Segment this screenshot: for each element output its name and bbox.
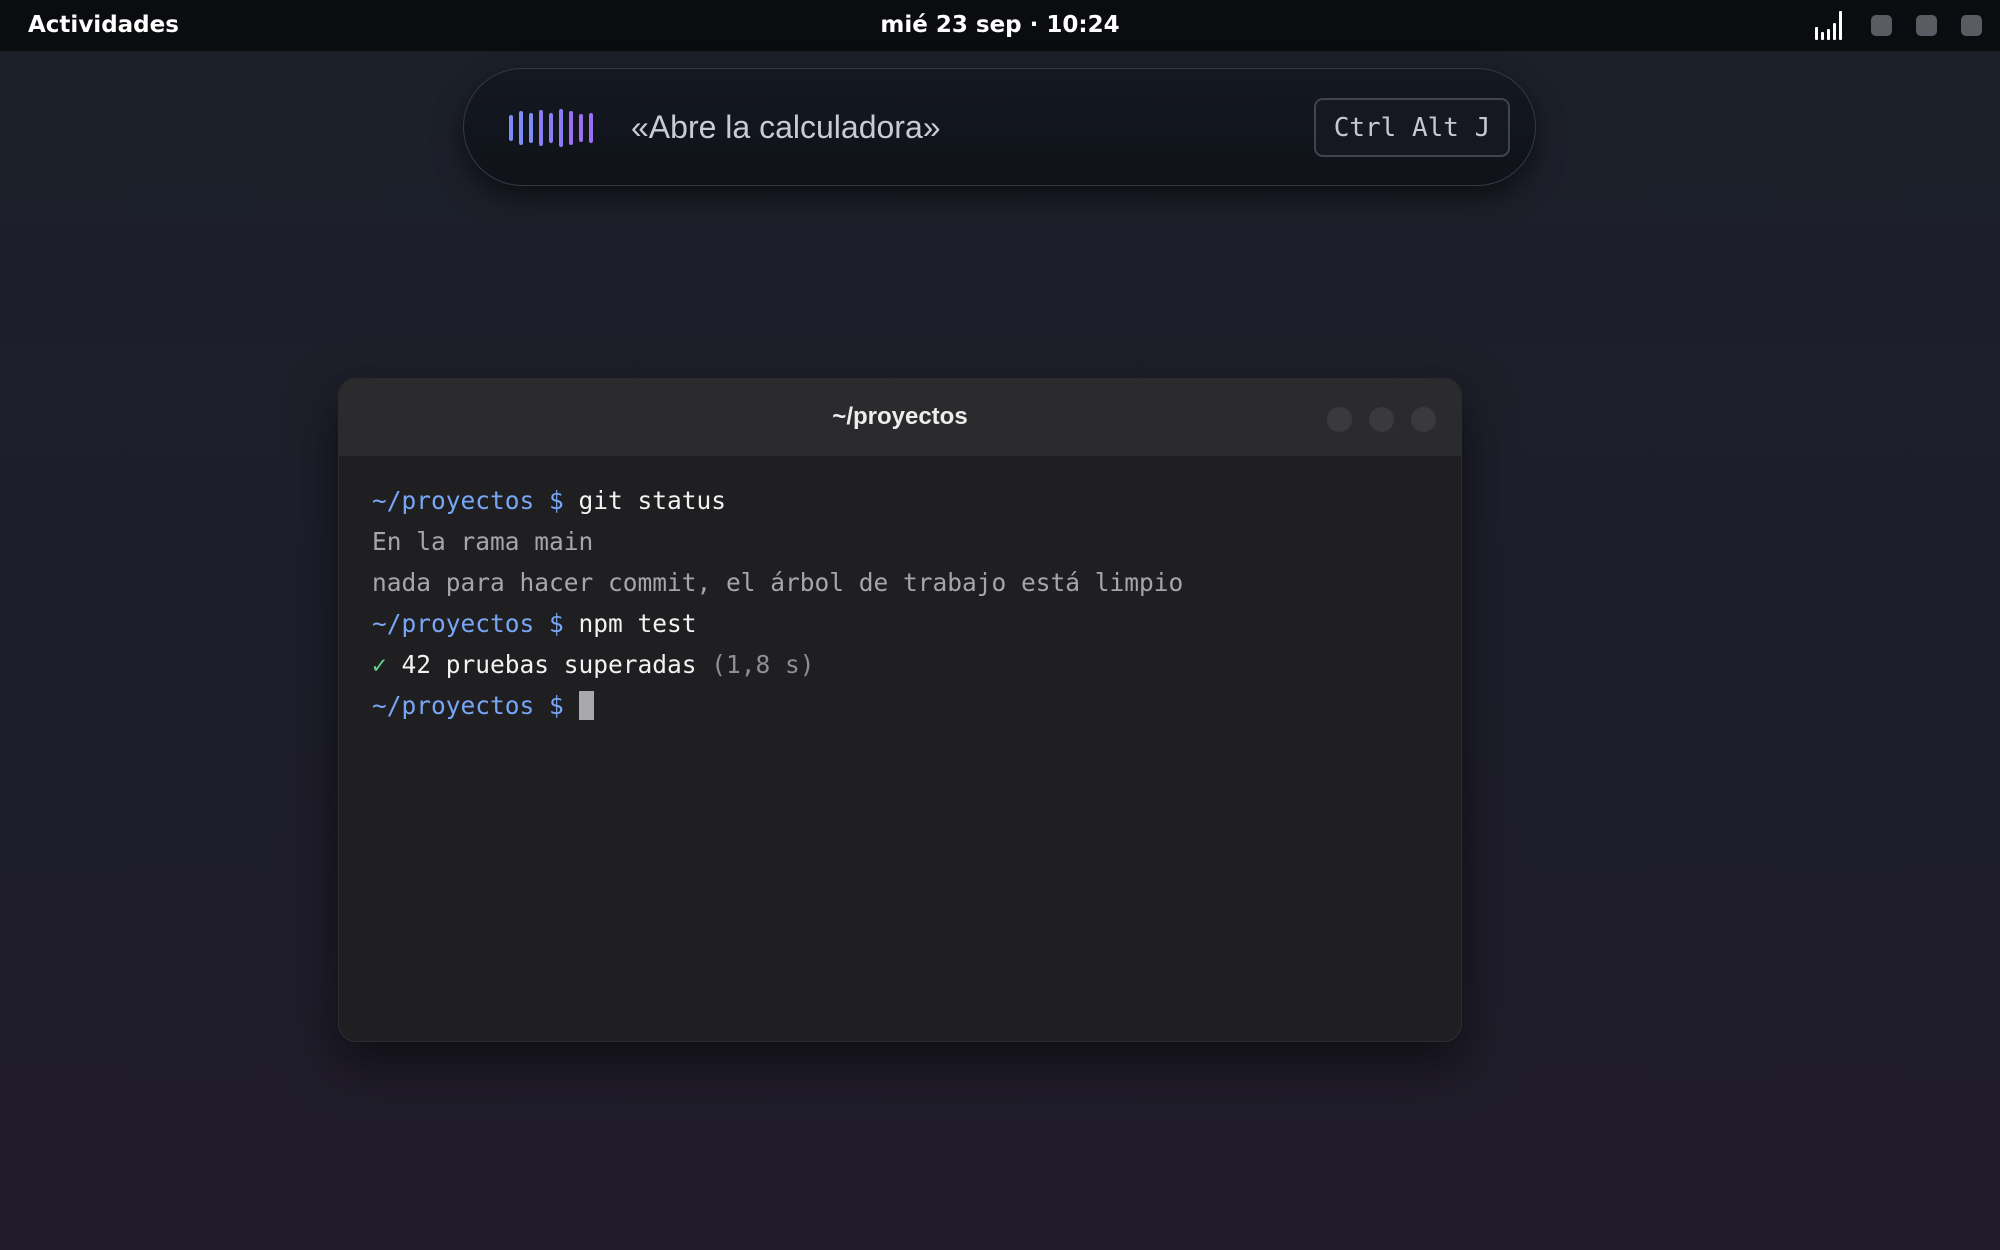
terminal-titlebar[interactable]: ~/proyectos	[339, 379, 1461, 456]
activities-button[interactable]: Actividades	[28, 12, 179, 38]
terminal-line: En la rama main	[372, 521, 1441, 562]
waveform-bar	[589, 113, 593, 143]
close-button[interactable]	[1411, 407, 1436, 432]
waveform-bar	[509, 115, 513, 141]
top-bar: Actividades mié 23 sep · 10:24	[0, 0, 2000, 51]
tray-indicator-icon[interactable]	[1916, 15, 1937, 36]
prompt: ~/proyectos $	[372, 486, 579, 515]
maximize-button[interactable]	[1369, 407, 1394, 432]
waveform-bar	[559, 109, 563, 147]
terminal-line: ~/proyectos $ npm test	[372, 603, 1441, 644]
terminal-window[interactable]: ~/proyectos ~/proyectos $ git status En …	[338, 378, 1462, 1042]
prompt: ~/proyectos $	[372, 609, 579, 638]
waveform-icon	[509, 108, 593, 148]
system-tray	[1815, 11, 1982, 40]
waveform-bar	[579, 114, 583, 142]
waveform-bar	[569, 111, 573, 145]
terminal-line: nada para hacer commit, el árbol de trab…	[372, 562, 1441, 603]
command: git status	[578, 486, 727, 515]
waveform-bar	[539, 110, 543, 146]
terminal-line: ~/proyectos $	[372, 685, 1441, 726]
output: nada para hacer commit, el árbol de trab…	[372, 568, 1184, 597]
terminal-line: ~/proyectos $ git status	[372, 480, 1441, 521]
test-summary: 42 pruebas superadas	[401, 650, 712, 679]
command: npm test	[578, 609, 697, 638]
tray-indicator-icon[interactable]	[1961, 15, 1982, 36]
minimize-button[interactable]	[1327, 407, 1352, 432]
voice-transcript: «Abre la calculadora»	[631, 109, 941, 145]
terminal-output[interactable]: ~/proyectos $ git status En la rama main…	[372, 480, 1441, 726]
prompt: ~/proyectos $	[372, 691, 579, 720]
test-duration: (1,8 s)	[711, 650, 815, 679]
output: En la rama main	[372, 527, 594, 556]
terminal-title: ~/proyectos	[832, 403, 968, 430]
tray-indicator-icon[interactable]	[1871, 15, 1892, 36]
waveform-bar	[549, 113, 553, 143]
date-time-button[interactable]: mié 23 sep · 10:24	[880, 12, 1119, 38]
clock-area: mié 23 sep · 10:24	[0, 12, 2000, 38]
shortcut-chip[interactable]: Ctrl Alt J	[1314, 98, 1510, 157]
voice-assistant-overlay: «Abre la calculadora» Ctrl Alt J	[463, 68, 1536, 186]
terminal-line: ✓ 42 pruebas superadas (1,8 s)	[372, 644, 1441, 685]
waveform-bar	[529, 113, 533, 143]
check-icon: ✓	[372, 650, 402, 679]
waveform-bar	[519, 111, 523, 145]
terminal-cursor	[578, 691, 594, 720]
signal-icon[interactable]	[1815, 11, 1847, 40]
